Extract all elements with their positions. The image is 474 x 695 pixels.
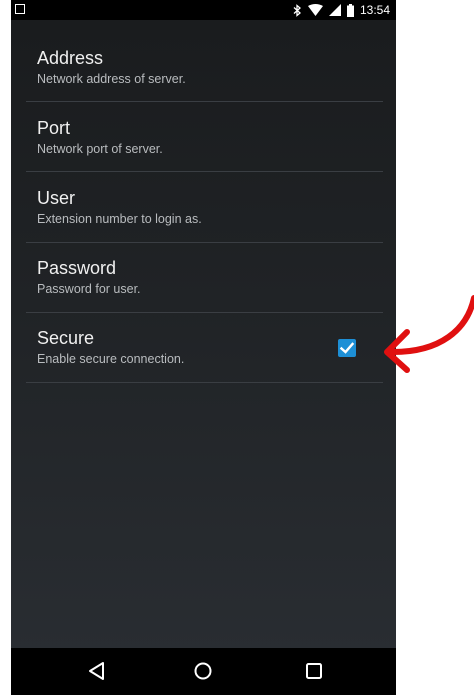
wifi-icon bbox=[307, 4, 323, 16]
phone-screen: 13:54 Address Network address of server.… bbox=[11, 0, 396, 695]
pref-summary: Password for user. bbox=[37, 282, 141, 296]
pref-title: Secure bbox=[37, 328, 95, 348]
recents-icon[interactable] bbox=[304, 661, 324, 686]
status-bar: 13:54 bbox=[11, 0, 396, 20]
pref-title: Password bbox=[37, 258, 117, 278]
pref-title: Address bbox=[37, 48, 104, 68]
bluetooth-icon bbox=[293, 3, 302, 17]
signal-icon bbox=[328, 4, 341, 16]
divider bbox=[26, 171, 383, 172]
secure-checkbox[interactable] bbox=[338, 339, 356, 357]
pref-summary: Extension number to login as. bbox=[37, 212, 202, 226]
status-icons: 13:54 bbox=[293, 2, 390, 18]
battery-icon bbox=[346, 3, 354, 17]
notification-icon bbox=[15, 4, 25, 14]
annotation-arrow bbox=[384, 295, 474, 373]
divider bbox=[26, 242, 383, 243]
home-icon[interactable] bbox=[193, 661, 213, 686]
navigation-bar bbox=[11, 648, 396, 695]
pref-title: Port bbox=[37, 118, 71, 138]
divider bbox=[26, 312, 383, 313]
pref-summary: Network address of server. bbox=[37, 72, 186, 86]
pref-title: User bbox=[37, 188, 76, 208]
back-icon[interactable] bbox=[87, 661, 107, 686]
pref-summary: Network port of server. bbox=[37, 142, 163, 156]
pref-summary: Enable secure connection. bbox=[37, 352, 185, 366]
divider bbox=[26, 101, 383, 102]
check-icon bbox=[339, 342, 355, 354]
status-time: 13:54 bbox=[359, 3, 390, 17]
divider bbox=[26, 382, 383, 383]
